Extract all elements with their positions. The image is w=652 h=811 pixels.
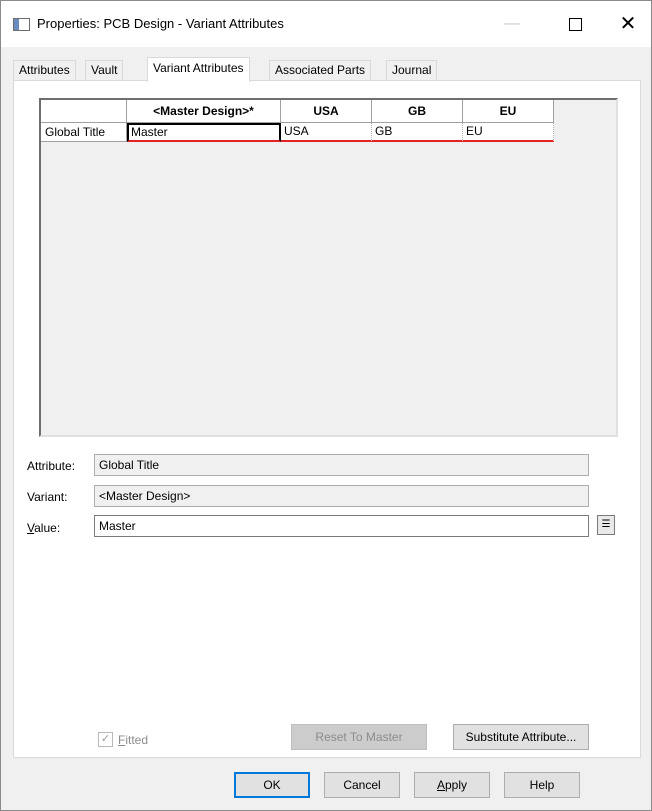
- ok-button[interactable]: OK: [234, 772, 310, 798]
- row-header-global-title[interactable]: Global Title: [41, 123, 127, 142]
- substitute-attribute-button[interactable]: Substitute Attribute...: [453, 724, 589, 750]
- tab-vault[interactable]: Vault: [85, 60, 124, 80]
- value-input[interactable]: Master: [94, 515, 589, 537]
- maximize-icon: [568, 18, 582, 32]
- app-icon: [13, 18, 30, 31]
- grid-corner: [41, 100, 127, 123]
- help-button[interactable]: Help: [504, 772, 580, 798]
- cancel-button[interactable]: Cancel: [324, 772, 400, 798]
- fitted-label: Fitted: [118, 733, 149, 747]
- grid-cell-eu[interactable]: EU: [463, 123, 554, 142]
- title-bar: Properties: PCB Design - Variant Attribu…: [1, 1, 651, 47]
- close-icon: ✕: [619, 13, 637, 35]
- value-picker-button[interactable]: ☰: [597, 515, 615, 535]
- reset-to-master-button[interactable]: Reset To Master: [291, 724, 427, 750]
- column-header-gb[interactable]: GB: [372, 100, 463, 123]
- variant-label: Variant:: [27, 490, 68, 504]
- apply-button[interactable]: Apply: [414, 772, 490, 798]
- grid-cell-gb[interactable]: GB: [372, 123, 463, 142]
- variant-field: <Master Design>: [94, 485, 589, 507]
- maximize-button[interactable]: [548, 1, 602, 47]
- attribute-field: Global Title: [94, 454, 589, 476]
- minimize-button[interactable]: —: [485, 1, 539, 47]
- properties-dialog: Properties: PCB Design - Variant Attribu…: [0, 0, 652, 811]
- check-icon: ✓: [100, 733, 111, 745]
- variant-grid[interactable]: <Master Design>* USA GB EU Global Title …: [39, 98, 618, 437]
- value-label: Value:: [27, 521, 61, 535]
- grid-cell-usa[interactable]: USA: [281, 123, 372, 142]
- column-header-usa[interactable]: USA: [281, 100, 372, 123]
- tab-attributes[interactable]: Attributes: [13, 60, 76, 80]
- window-title: Properties: PCB Design - Variant Attribu…: [37, 16, 284, 31]
- attribute-label: Attribute:: [27, 459, 76, 473]
- tab-associated-parts[interactable]: Associated Parts: [269, 60, 372, 80]
- tab-variant-attributes[interactable]: Variant Attributes: [147, 57, 250, 82]
- grid-cell-master[interactable]: Master: [127, 123, 281, 142]
- minimize-icon: —: [504, 15, 520, 32]
- tab-strip: Attributes Vault Variant Attributes Asso…: [1, 57, 651, 82]
- tab-page-variant-attributes: <Master Design>* USA GB EU Global Title …: [13, 80, 641, 758]
- column-header-eu[interactable]: EU: [463, 100, 554, 123]
- close-button[interactable]: ✕: [601, 1, 652, 47]
- list-picker-icon: ☰: [601, 519, 611, 530]
- column-header-master[interactable]: <Master Design>*: [127, 100, 281, 123]
- fitted-checkbox[interactable]: ✓: [98, 732, 113, 747]
- tab-journal[interactable]: Journal: [386, 60, 438, 80]
